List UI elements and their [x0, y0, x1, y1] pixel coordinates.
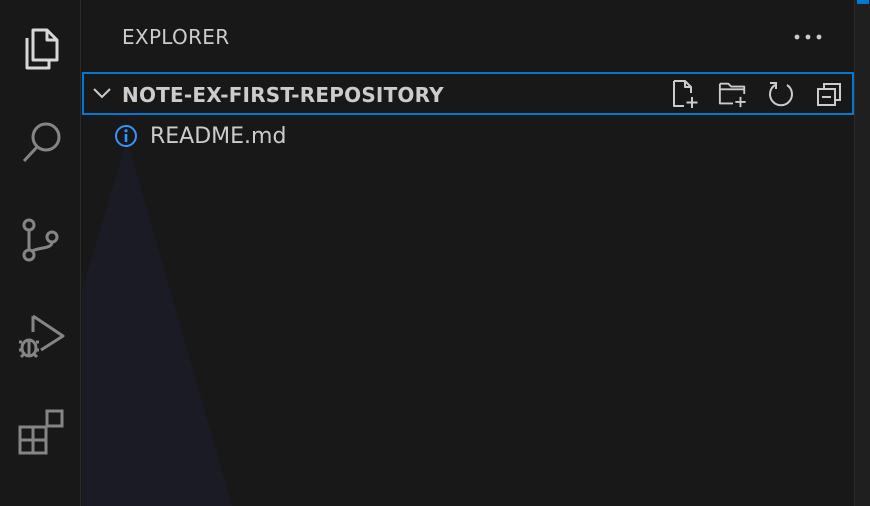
file-name: README.md: [150, 124, 287, 149]
source-control-activity-button[interactable]: [0, 192, 81, 288]
explorer-title: EXPLORER: [122, 25, 230, 49]
new-file-icon: [673, 80, 698, 108]
ellipsis-icon: [794, 34, 822, 40]
repository-name: NOTE-EX-FIRST-REPOSITORY: [122, 83, 444, 107]
collapse-all-button[interactable]: [814, 79, 844, 109]
collapse-all-icon: [817, 83, 841, 106]
file-tree-item[interactable]: README.md: [82, 118, 854, 158]
explorer-activity-button[interactable]: [0, 0, 81, 96]
new-folder-button[interactable]: [718, 79, 748, 109]
extensions-activity-button[interactable]: [0, 384, 81, 480]
refresh-icon: [769, 82, 793, 107]
repository-actions: [670, 79, 844, 109]
run-debug-activity-button[interactable]: [0, 288, 81, 384]
files-icon: [25, 28, 58, 70]
search-activity-button[interactable]: [0, 96, 81, 192]
new-folder-icon: [718, 82, 746, 108]
refresh-button[interactable]: [766, 79, 796, 109]
indent-guide-shade: [82, 140, 232, 506]
activity-bar: [0, 0, 81, 506]
explorer-sidebar: EXPLORER NOTE-EX-FIRST-REPOSITORY README…: [82, 0, 854, 506]
new-file-button[interactable]: [670, 79, 700, 109]
editor-edge: [854, 0, 870, 506]
run-debug-icon: [18, 314, 64, 359]
explorer-header: EXPLORER: [82, 0, 854, 72]
info-icon: [115, 125, 137, 147]
active-tab-accent: [857, 0, 869, 4]
chevron-down-icon[interactable]: [92, 85, 112, 101]
source-control-icon: [22, 218, 58, 262]
repository-section-header[interactable]: NOTE-EX-FIRST-REPOSITORY: [82, 72, 854, 115]
more-actions-button[interactable]: [788, 24, 828, 50]
search-icon: [22, 122, 60, 163]
extensions-icon: [18, 409, 63, 455]
